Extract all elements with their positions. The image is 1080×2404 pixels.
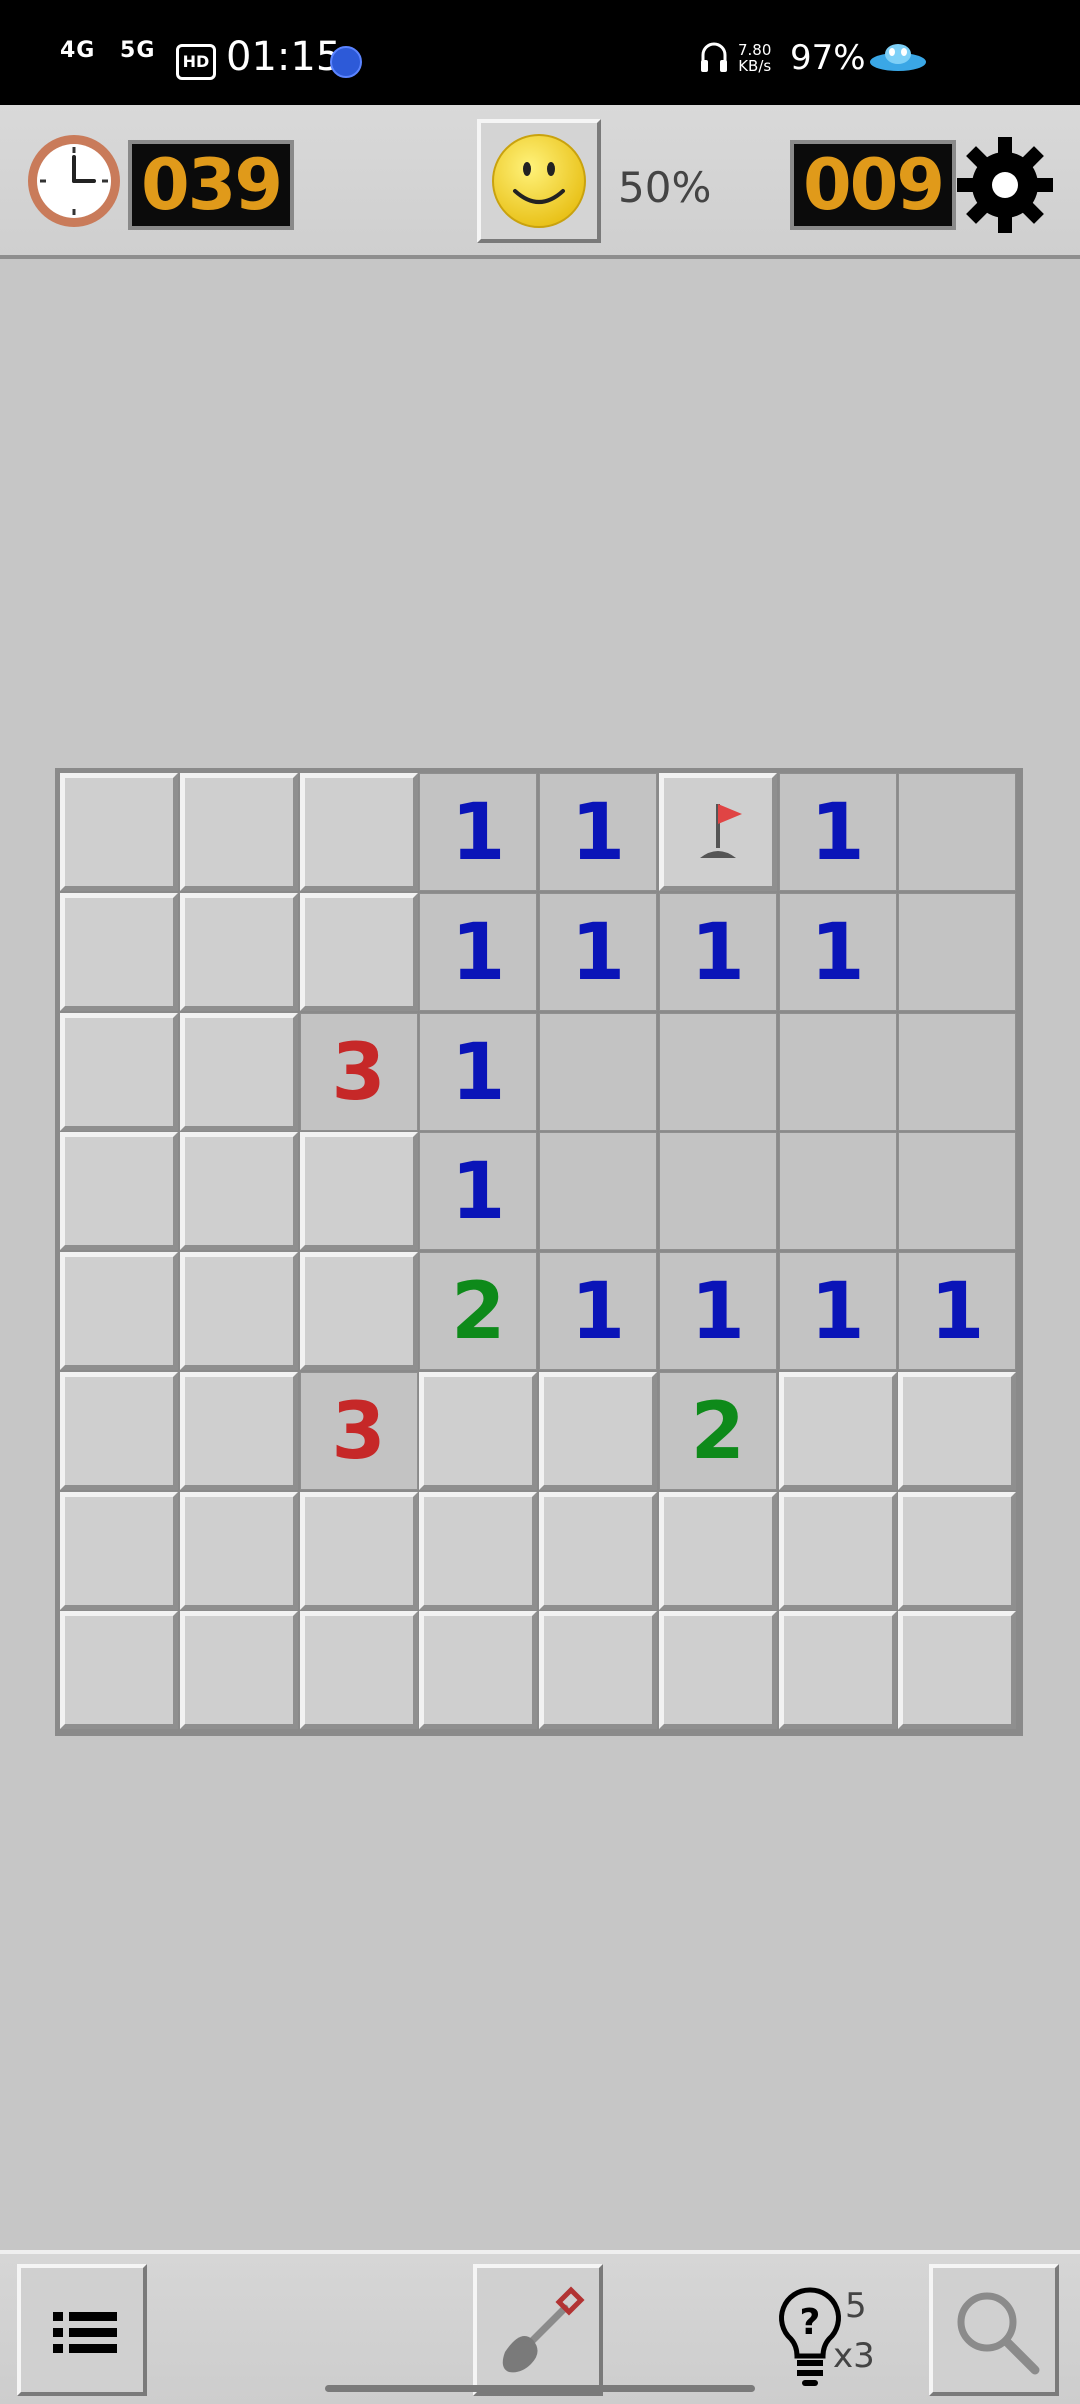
- shovel-icon: [502, 2286, 585, 2373]
- flag-icon: [699, 804, 742, 858]
- network-indicators: 4G 5G: [60, 38, 171, 63]
- status-time: 01:15: [226, 34, 342, 80]
- cell-covered[interactable]: [898, 1371, 1017, 1490]
- cell-covered[interactable]: [539, 1371, 657, 1490]
- cell-covered[interactable]: [179, 1491, 298, 1610]
- cell-number[interactable]: 1: [778, 773, 897, 891]
- cell-empty[interactable]: [898, 1012, 1017, 1131]
- cell-number[interactable]: 1: [419, 1012, 538, 1131]
- cell-number[interactable]: 1: [539, 773, 657, 891]
- cell-covered[interactable]: [179, 1132, 298, 1251]
- cell-covered[interactable]: [419, 1371, 538, 1490]
- cell-covered[interactable]: [898, 1491, 1017, 1610]
- mines-remaining-display: 009: [790, 140, 956, 230]
- cell-empty[interactable]: [898, 892, 1017, 1011]
- cell-covered[interactable]: [299, 1252, 418, 1370]
- cell-covered[interactable]: [778, 1491, 897, 1610]
- cell-number[interactable]: 1: [419, 773, 538, 891]
- cell-covered[interactable]: [60, 1132, 178, 1251]
- battery-percent: 97%: [790, 38, 866, 78]
- hint-multiplier: x3: [833, 2336, 875, 2376]
- home-indicator[interactable]: [325, 2385, 755, 2392]
- magnifier-icon: [957, 2292, 1040, 2375]
- cell-covered[interactable]: [60, 1012, 178, 1131]
- cell-covered[interactable]: [898, 1611, 1017, 1730]
- hint-button[interactable]: ? 5 x3: [775, 2274, 905, 2394]
- cell-covered[interactable]: [60, 1371, 178, 1490]
- cell-covered[interactable]: [60, 1252, 178, 1370]
- status-bar: 4G 5G HD 01:15 7.80 KB/s 97%: [0, 0, 1080, 105]
- cell-number[interactable]: 1: [778, 1252, 897, 1370]
- cell-covered[interactable]: [299, 892, 418, 1011]
- cell-empty[interactable]: [658, 1012, 777, 1131]
- cell-number[interactable]: 3: [299, 1012, 418, 1131]
- cell-covered[interactable]: [299, 1491, 418, 1610]
- cell-number[interactable]: 1: [658, 1252, 777, 1370]
- menu-button[interactable]: [17, 2264, 147, 2396]
- clock-icon: [28, 135, 120, 227]
- search-button[interactable]: [929, 2264, 1059, 2396]
- cell-covered[interactable]: [179, 1371, 298, 1490]
- cell-empty[interactable]: [778, 1132, 897, 1251]
- bottom-toolbar: ? 5 x3: [0, 2250, 1080, 2404]
- cell-covered[interactable]: [179, 1252, 298, 1370]
- cell-number[interactable]: 1: [539, 1252, 657, 1370]
- cell-covered[interactable]: [419, 1611, 538, 1730]
- cell-covered[interactable]: [60, 892, 178, 1011]
- network-5g-label: 5G: [120, 38, 156, 63]
- ufo-icon: [870, 44, 926, 71]
- cell-number[interactable]: 1: [898, 1252, 1017, 1370]
- cell-empty[interactable]: [658, 1132, 777, 1251]
- cell-covered[interactable]: [60, 1491, 178, 1610]
- cell-covered[interactable]: [539, 1611, 657, 1730]
- dig-mode-button[interactable]: [473, 2264, 603, 2396]
- cell-covered[interactable]: [299, 773, 418, 891]
- cell-number[interactable]: 1: [419, 1132, 538, 1251]
- cell-empty[interactable]: [778, 1012, 897, 1131]
- network-speed-value: 7.80: [738, 41, 772, 59]
- cell-empty[interactable]: [539, 1012, 657, 1131]
- cell-number[interactable]: 1: [778, 892, 897, 1011]
- new-game-button[interactable]: [477, 119, 601, 243]
- cell-number[interactable]: 1: [419, 892, 538, 1011]
- cell-covered[interactable]: [778, 1371, 897, 1490]
- cell-number[interactable]: 1: [658, 892, 777, 1011]
- hint-count: 5: [845, 2286, 867, 2326]
- cell-covered[interactable]: [179, 892, 298, 1011]
- cell-covered[interactable]: [658, 1611, 777, 1730]
- cell-number[interactable]: 2: [658, 1371, 777, 1490]
- cell-covered[interactable]: [179, 773, 298, 891]
- svg-text:?: ?: [800, 2302, 821, 2343]
- timer-display: 039: [128, 140, 294, 230]
- cell-covered[interactable]: [299, 1611, 418, 1730]
- cell-number[interactable]: 3: [299, 1371, 418, 1490]
- cell-number[interactable]: 2: [419, 1252, 538, 1370]
- cell-covered[interactable]: [419, 1491, 538, 1610]
- hd-voice-icon: HD: [176, 44, 216, 80]
- cell-covered[interactable]: [299, 1132, 418, 1251]
- cell-covered[interactable]: [539, 1491, 657, 1610]
- gear-icon[interactable]: [955, 135, 1055, 235]
- network-speed: 7.80 KB/s: [738, 42, 771, 74]
- cell-covered[interactable]: [179, 1012, 298, 1131]
- cell-covered[interactable]: [778, 1611, 897, 1730]
- app-notification-icon: [330, 46, 362, 78]
- game-header: 039 50% 009: [0, 105, 1080, 259]
- headphones-icon: [701, 42, 727, 72]
- network-4g-label: 4G: [60, 38, 96, 63]
- progress-percent: 50%: [618, 163, 712, 212]
- list-icon: [53, 2312, 117, 2353]
- smiley-icon: [492, 134, 586, 228]
- cell-covered[interactable]: [179, 1611, 298, 1730]
- cell-number[interactable]: 1: [539, 892, 657, 1011]
- cell-empty[interactable]: [898, 773, 1017, 891]
- cell-empty[interactable]: [898, 1132, 1017, 1251]
- minefield-board: 11111113112111132: [55, 768, 1023, 1736]
- cell-flagged[interactable]: [658, 773, 777, 891]
- cell-empty[interactable]: [539, 1132, 657, 1251]
- cell-covered[interactable]: [658, 1491, 777, 1610]
- cell-covered[interactable]: [60, 773, 178, 891]
- network-speed-unit: KB/s: [738, 57, 772, 75]
- cell-covered[interactable]: [60, 1611, 178, 1730]
